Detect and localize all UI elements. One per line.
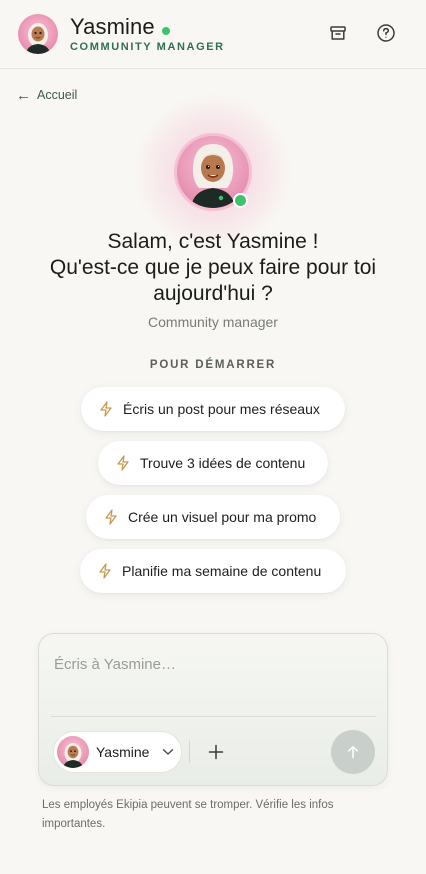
avatar[interactable] bbox=[18, 14, 58, 54]
avatar bbox=[57, 736, 89, 768]
composer-divider bbox=[51, 716, 376, 717]
greeting-heading: Salam, c'est Yasmine ! Qu'est-ce que je … bbox=[49, 230, 377, 305]
top-header: Yasmine COMMUNITY MANAGER bbox=[0, 0, 426, 69]
agent-name: Yasmine bbox=[70, 14, 155, 39]
message-composer: Yasmine bbox=[38, 633, 388, 786]
chevron-down-icon bbox=[162, 748, 174, 756]
agent-subtitle: Community manager bbox=[148, 314, 278, 330]
back-link[interactable]: ← Accueil bbox=[16, 86, 77, 104]
back-link-label: Accueil bbox=[37, 88, 78, 102]
suggestion-chip[interactable]: Crée un visuel pour ma promo bbox=[86, 495, 340, 539]
lightning-icon bbox=[104, 509, 118, 525]
arrow-left-icon: ← bbox=[16, 86, 31, 104]
plus-icon bbox=[208, 744, 224, 760]
lightning-icon bbox=[98, 563, 112, 579]
suggestion-label: Écris un post pour mes réseaux bbox=[123, 401, 320, 417]
archive-button[interactable] bbox=[327, 22, 349, 44]
attach-button[interactable] bbox=[205, 741, 227, 763]
arrow-up-icon bbox=[348, 746, 358, 759]
disclaimer-text: Les employés Ekipia peuvent se tromper. … bbox=[42, 799, 334, 830]
online-status-dot-large bbox=[233, 193, 248, 208]
suggestions-label: POUR DÉMARRER bbox=[149, 359, 277, 371]
help-button[interactable] bbox=[375, 22, 397, 44]
suggestion-chip[interactable]: Écris un post pour mes réseaux bbox=[81, 387, 345, 431]
suggestion-label: Crée un visuel pour ma promo bbox=[128, 509, 317, 525]
message-input[interactable] bbox=[54, 652, 374, 676]
suggestion-label: Planifie ma semaine de contenu bbox=[122, 563, 322, 579]
agent-role: COMMUNITY MANAGER bbox=[70, 41, 225, 53]
lightning-icon bbox=[99, 401, 113, 417]
suggestion-chip[interactable]: Planifie ma semaine de contenu bbox=[80, 549, 346, 593]
send-button[interactable] bbox=[331, 730, 375, 774]
agent-selector-label: Yasmine bbox=[96, 744, 150, 760]
suggestion-chip[interactable]: Trouve 3 idées de contenu bbox=[98, 441, 328, 485]
archive-icon bbox=[330, 26, 346, 40]
help-circle-icon bbox=[377, 24, 395, 42]
composer-separator bbox=[189, 741, 190, 763]
lightning-icon bbox=[116, 455, 130, 471]
online-status-dot bbox=[162, 27, 170, 35]
agent-selector[interactable]: Yasmine bbox=[53, 731, 182, 773]
suggestion-label: Trouve 3 idées de contenu bbox=[140, 455, 306, 471]
